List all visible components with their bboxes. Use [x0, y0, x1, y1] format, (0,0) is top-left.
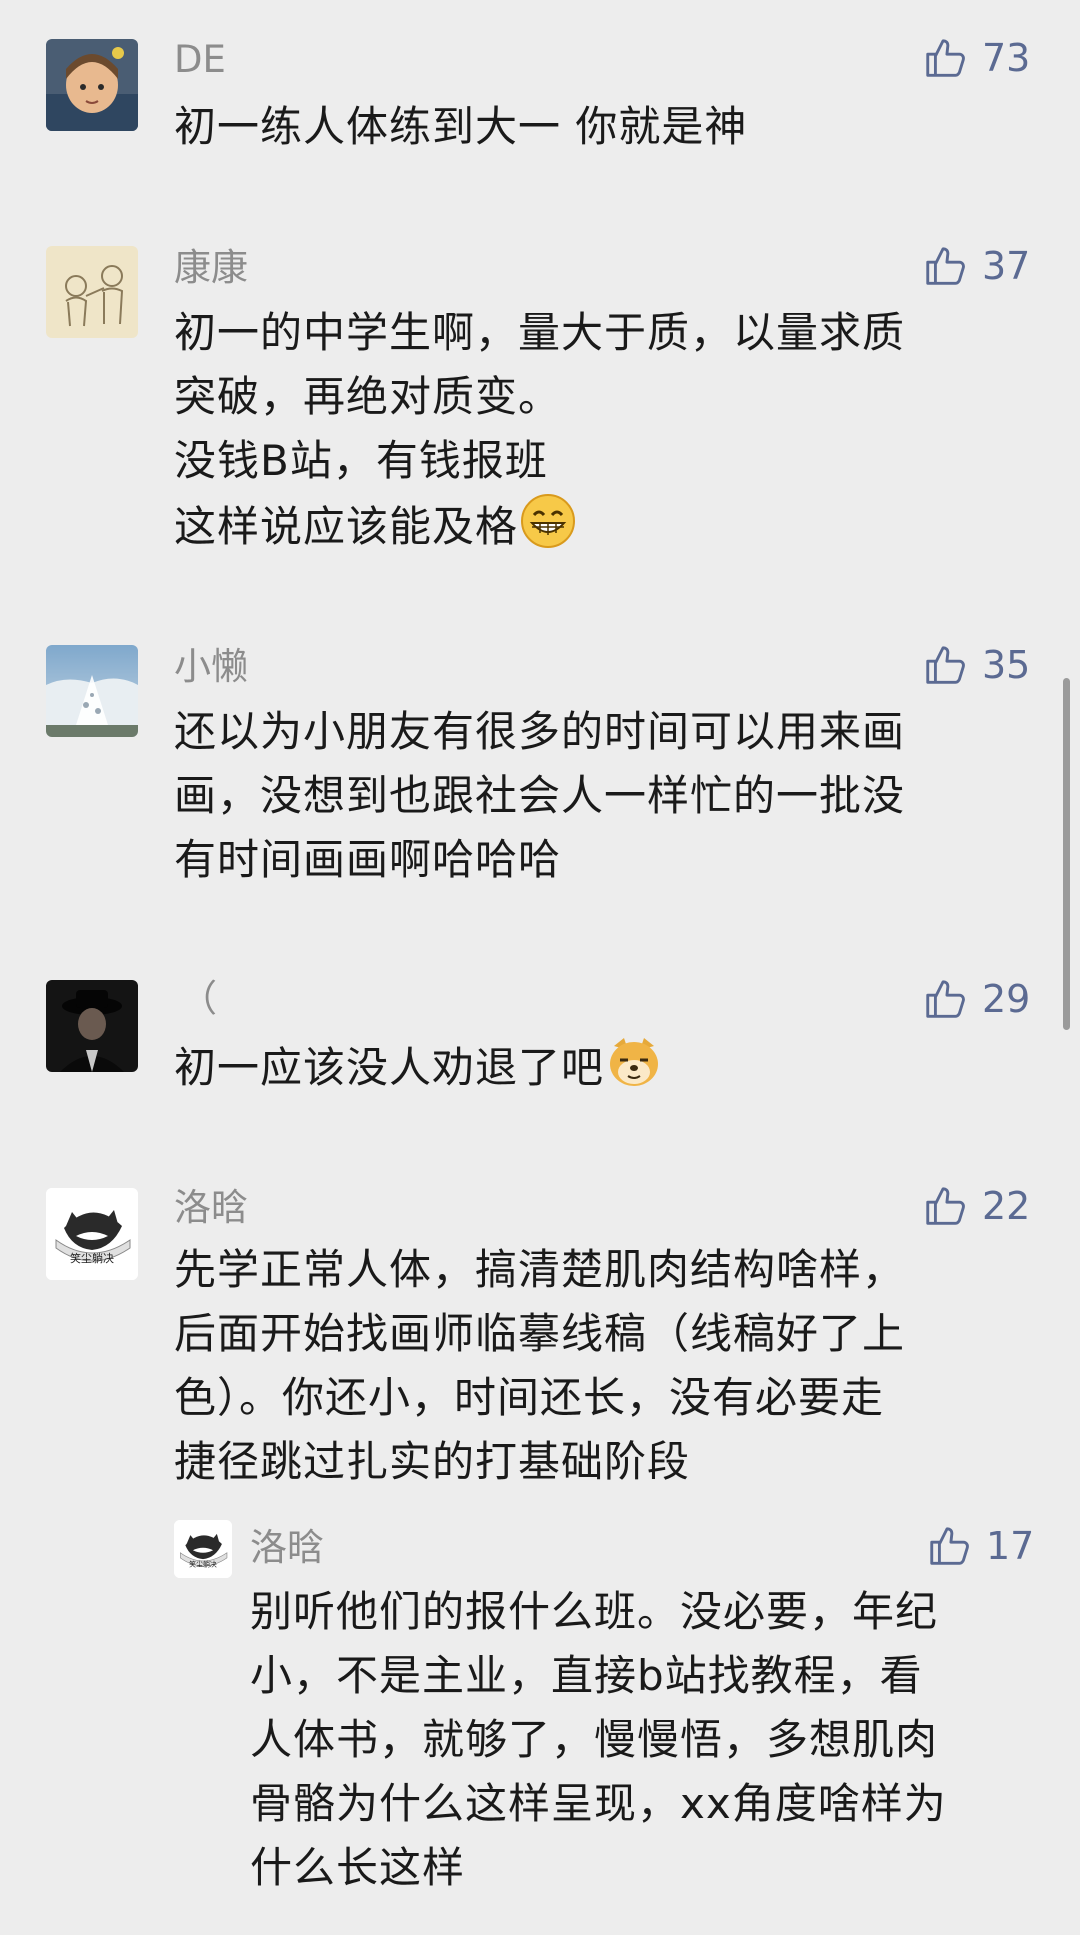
comment-text: 初一练人体练到大一 你就是神	[174, 95, 1034, 159]
avatar[interactable]	[46, 645, 138, 737]
comment-text: 先学正常人体，搞清楚肌肉结构啥样， 后面开始找画师临摹线稿（线稿好了上 色）。你…	[174, 1238, 1034, 1494]
comment-line: 后面开始找画师临摹线稿（线稿好了上	[174, 1309, 906, 1358]
reply-line: 骨骼为什么这样呈现，xx角度啥样为	[250, 1779, 947, 1828]
like-button[interactable]: 35	[922, 642, 1030, 688]
reply-username[interactable]: 洛晗	[250, 1526, 324, 1570]
thumbs-up-icon	[926, 646, 965, 684]
comment-line: 初一应该没人劝退了吧	[174, 1034, 1034, 1100]
comment-text: 初一应该没人劝退了吧	[174, 1034, 1034, 1100]
avatar[interactable]	[46, 39, 138, 131]
avatar-dark-portrait-icon	[46, 980, 138, 1072]
comment-username[interactable]: 洛晗	[174, 1186, 248, 1230]
comment-line: 没钱B站，有钱报班	[174, 436, 548, 485]
reply-line: 什么长这样	[250, 1843, 466, 1892]
like-count: 35	[982, 643, 1031, 687]
thumbs-up-icon	[926, 980, 965, 1018]
avatar[interactable]	[46, 980, 138, 1072]
like-count: 29	[982, 977, 1031, 1021]
thumbs-up-icon	[926, 247, 965, 285]
comment-line: 色）。你还小，时间还长，没有必要走	[174, 1373, 885, 1422]
avatar[interactable]	[46, 246, 138, 338]
like-count: 22	[982, 1184, 1031, 1228]
comment-line: 先学正常人体，搞清楚肌肉结构啥样，	[174, 1245, 906, 1294]
avatar[interactable]: 笑尘躺决	[46, 1188, 138, 1280]
avatar-logo-text: 笑尘躺决	[70, 1251, 114, 1265]
avatar-snow-tree-icon	[46, 645, 138, 737]
reply-line: 别听他们的报什么班。没必要，年纪	[250, 1587, 939, 1636]
thumbs-up-icon	[930, 1527, 969, 1565]
avatar-cat-logo-icon: 笑尘躺决	[174, 1520, 232, 1578]
comment-line: 这样说应该能及格	[174, 493, 1034, 559]
grinning-emoji-icon	[521, 494, 576, 548]
like-button[interactable]: 37	[922, 243, 1030, 289]
comment-username[interactable]: 康康	[174, 246, 248, 290]
thumbs-up-icon	[926, 39, 965, 77]
like-button[interactable]: 29	[922, 976, 1030, 1022]
comment-line: 突破，再绝对质变。	[174, 372, 562, 421]
comment-text: 初一的中学生啊，量大于质，以量求质 突破，再绝对质变。 没钱B站，有钱报班 这样…	[174, 301, 1034, 559]
like-button[interactable]: 22	[922, 1183, 1030, 1229]
comment-line: 还以为小朋友有很多的时间可以用来画	[174, 707, 906, 756]
avatar-sketch-icon	[46, 246, 138, 338]
avatar[interactable]: 笑尘躺决	[174, 1520, 232, 1578]
comment-line-text: 这样说应该能及格	[174, 502, 519, 551]
reply-line: 小，不是主业，直接b站找教程，看	[250, 1651, 923, 1700]
reply-text: 别听他们的报什么班。没必要，年纪 小，不是主业，直接b站找教程，看 人体书，就够…	[250, 1580, 1050, 1900]
doge-emoji-icon	[610, 1038, 659, 1086]
comment-line: 捷径跳过扎实的打基础阶段	[174, 1437, 691, 1486]
comment-username[interactable]: （	[180, 977, 217, 1021]
comment-username[interactable]: DE	[174, 38, 226, 82]
avatar-girl-cartoon-icon	[46, 39, 138, 131]
like-count: 17	[986, 1524, 1035, 1568]
comment-line: 初一的中学生啊，量大于质，以量求质	[174, 308, 906, 357]
comment-line: 有时间画画啊哈哈哈	[174, 835, 562, 884]
like-count: 37	[982, 244, 1031, 288]
comment-line: 画，没想到也跟社会人一样忙的一批没	[174, 771, 906, 820]
scrollbar[interactable]	[1063, 678, 1070, 1030]
comment-line: 初一练人体练到大一 你就是神	[174, 102, 748, 151]
avatar-logo-text: 笑尘躺决	[189, 1560, 217, 1569]
like-count: 73	[982, 36, 1031, 80]
like-button[interactable]: 17	[926, 1523, 1034, 1569]
avatar-cat-logo-icon: 笑尘躺决	[46, 1188, 138, 1280]
reply-line: 人体书，就够了，慢慢悟，多想肌肉	[250, 1715, 939, 1764]
thumbs-up-icon	[926, 1187, 965, 1225]
like-button[interactable]: 73	[922, 35, 1030, 81]
comment-line-text: 初一应该没人劝退了吧	[174, 1043, 605, 1092]
comment-username[interactable]: 小懒	[174, 645, 248, 689]
comment-text: 还以为小朋友有很多的时间可以用来画 画，没想到也跟社会人一样忙的一批没 有时间画…	[174, 700, 1034, 892]
